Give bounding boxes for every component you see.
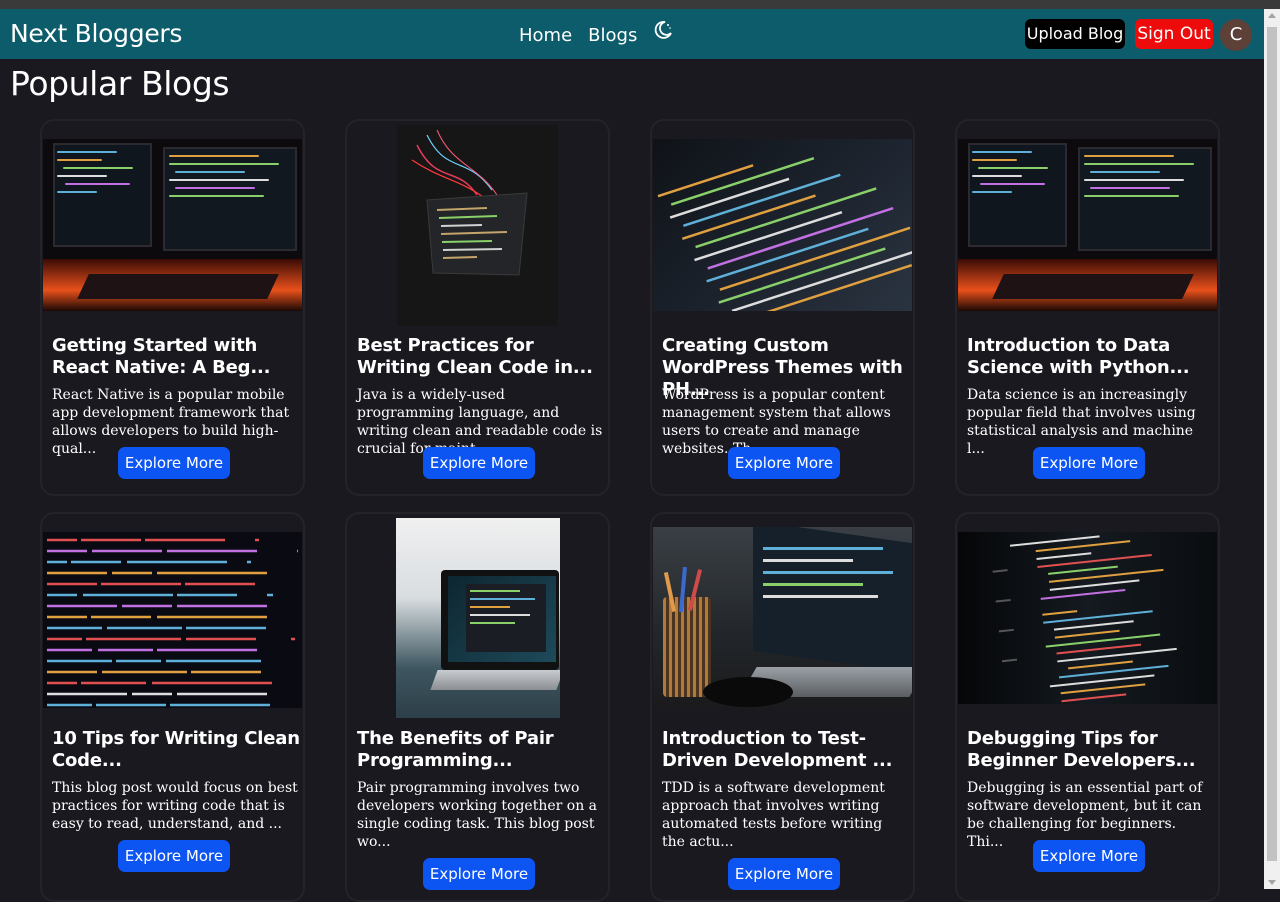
blog-card-title: The Benefits of Pair Programming... — [357, 728, 554, 771]
brand-logo[interactable]: Next Bloggers — [10, 19, 182, 48]
blog-card: The Benefits of Pair Programming... Pair… — [345, 512, 610, 902]
scroll-down-arrow-icon[interactable] — [1268, 880, 1276, 885]
blog-card: Best Practices for Writing Clean Code in… — [345, 119, 610, 496]
blog-card-image — [958, 532, 1217, 704]
upload-blog-button[interactable]: Upload Blog — [1025, 19, 1125, 49]
explore-more-button[interactable]: Explore More — [118, 840, 230, 872]
explore-more-button[interactable]: Explore More — [118, 447, 230, 479]
blog-card-image — [395, 518, 560, 718]
nav-link-home[interactable]: Home — [519, 25, 572, 46]
blog-card-excerpt: Pair programming involves two developers… — [357, 780, 598, 850]
blog-card-image — [653, 527, 912, 709]
navbar: Next Bloggers Home Blogs Upload Blog Sig… — [0, 9, 1264, 59]
explore-more-button[interactable]: Explore More — [728, 447, 840, 479]
blog-card: Introduction to Data Science with Python… — [955, 119, 1220, 496]
scrollbar-thumb[interactable] — [1267, 27, 1277, 861]
blog-card-image — [43, 532, 302, 708]
vertical-scrollbar[interactable] — [1264, 9, 1280, 889]
blog-card-title: Debugging Tips for Beginner Developers..… — [967, 728, 1196, 771]
blog-card: Creating Custom WordPress Themes with PH… — [650, 119, 915, 496]
blog-card-image — [958, 139, 1217, 311]
blog-card: Debugging Tips for Beginner Developers..… — [955, 512, 1220, 902]
blog-card-excerpt: This blog post would focus on best pract… — [52, 780, 298, 832]
explore-more-button[interactable]: Explore More — [423, 858, 535, 890]
blog-card-excerpt: TDD is a software development approach t… — [662, 780, 885, 850]
blog-card-title: Getting Started with React Native: A Beg… — [52, 335, 271, 378]
explore-more-button[interactable]: Explore More — [1033, 447, 1145, 479]
moon-icon[interactable] — [653, 20, 673, 45]
nav-links: Home Blogs — [519, 20, 673, 48]
page-title: Popular Blogs — [10, 64, 230, 103]
blog-card-image — [653, 139, 912, 311]
explore-more-button[interactable]: Explore More — [728, 858, 840, 890]
blog-card-title: Introduction to Test-Driven Development … — [662, 728, 893, 771]
blog-card: Getting Started with React Native: A Beg… — [40, 119, 305, 496]
browser-top-edge — [0, 0, 1280, 9]
blog-card-title: Best Practices for Writing Clean Code in… — [357, 335, 593, 378]
nav-link-blogs[interactable]: Blogs — [588, 25, 637, 46]
scroll-up-arrow-icon[interactable] — [1268, 13, 1276, 18]
blog-card-image — [43, 139, 302, 311]
blog-card: Introduction to Test-Driven Development … — [650, 512, 915, 902]
sign-out-button[interactable]: Sign Out — [1135, 19, 1213, 49]
blog-card-title: Introduction to Data Science with Python… — [967, 335, 1190, 378]
explore-more-button[interactable]: Explore More — [423, 447, 535, 479]
blog-card: 10 Tips for Writing Clean Code... This b… — [40, 512, 305, 902]
blog-card-image — [397, 125, 558, 326]
explore-more-button[interactable]: Explore More — [1033, 840, 1145, 872]
blog-card-title: 10 Tips for Writing Clean Code... — [52, 728, 300, 771]
avatar[interactable]: C — [1220, 19, 1252, 51]
